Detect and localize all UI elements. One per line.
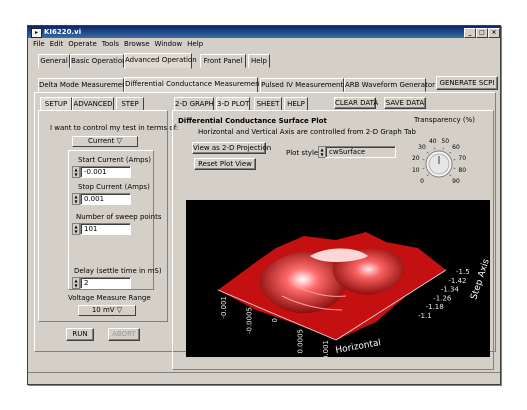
- tab-sheet[interactable]: SHEET: [254, 97, 282, 111]
- save-data-button[interactable]: SAVE DATA: [384, 97, 426, 109]
- dial-tick-mark: [434, 147, 436, 150]
- dial-tick-mark: [449, 174, 452, 177]
- control-mode-value: Current: [88, 137, 115, 145]
- minimize-button[interactable]: _: [464, 28, 476, 38]
- chevron-down-icon: ▽: [116, 137, 122, 145]
- tab-arb-waveform[interactable]: ARB Waveform Generator: [344, 78, 435, 92]
- run-button[interactable]: RUN: [66, 328, 94, 341]
- tab-pulsed-iv[interactable]: Pulsed IV Measurements: [260, 78, 347, 92]
- menu-help[interactable]: Help: [187, 39, 203, 49]
- surface-plot-area[interactable]: -1.5 -1.42 -1.34 -1.26 -1.18 -1.1 -0.001 -0.00…: [186, 200, 492, 360]
- step-tick-label: -1.42: [448, 277, 466, 285]
- clear-data-button[interactable]: CLEAR DATA: [334, 97, 378, 109]
- voltage-range-label: Voltage Measure Range: [68, 294, 151, 302]
- tab-front-panel[interactable]: Front Panel: [200, 54, 246, 68]
- dial-tick-mark: [422, 159, 425, 161]
- sweep-points-stepper[interactable]: ▲ ▼: [72, 223, 80, 235]
- delay-stepper[interactable]: ▲ ▼: [72, 277, 80, 289]
- tab-step[interactable]: STEP: [116, 97, 144, 111]
- dial-tick-label: 80: [458, 167, 466, 174]
- dial-tick-label: 10: [412, 167, 420, 174]
- tab-delta-mode[interactable]: Delta Mode Measurements: [38, 78, 133, 92]
- dial-tick-mark: [453, 159, 456, 161]
- sweep-points-field[interactable]: 101: [80, 223, 131, 235]
- generate-scpi-button[interactable]: GENERATE SCPI: [436, 76, 498, 90]
- tab-advanced-operation[interactable]: Advanced Operation: [124, 53, 197, 69]
- voltage-range-select[interactable]: 10 mV ▽: [78, 305, 136, 316]
- dial-tick-label: 40: [429, 138, 437, 145]
- dial-tick-label: 0: [420, 178, 424, 185]
- tab-setup[interactable]: SETUP: [40, 97, 72, 111]
- dial-tick-label: 60: [452, 144, 460, 151]
- menu-bar: File Edit Operate Tools Browse Window Help: [28, 39, 500, 49]
- dial-tick-mark: [442, 147, 444, 150]
- plot-style-field[interactable]: cwSurface: [325, 146, 396, 158]
- view-2d-projection-button[interactable]: View as 2-D Projection: [192, 142, 271, 154]
- step-tick-label: -1.26: [433, 294, 452, 302]
- tab-basic-operation[interactable]: Basic Operation: [70, 54, 127, 68]
- tab-3d-plot[interactable]: 3-D PLOT: [216, 97, 250, 111]
- title-bar: ▸ KI6220.vi _ □ ×: [28, 26, 500, 38]
- labview-app-icon: ▸: [31, 28, 42, 38]
- step-tick-label: -1.5: [456, 268, 470, 276]
- step-tick-label: -1.1: [418, 312, 432, 320]
- reset-plot-view-button[interactable]: Reset Plot View: [194, 158, 256, 170]
- stop-current-stepper[interactable]: ▲ ▼: [72, 193, 80, 205]
- dial-tick-label: 90: [452, 178, 460, 185]
- dial-tick-mark: [449, 151, 452, 154]
- horizontal-tick-label: 0: [271, 318, 279, 322]
- step-tick-label: -1.18: [426, 303, 444, 311]
- step-tick-label: -1.34: [441, 286, 460, 294]
- window-title: KI6220.vi: [44, 28, 82, 36]
- control-mode-select[interactable]: Current ▽: [72, 136, 138, 147]
- menu-window[interactable]: Window: [155, 39, 183, 49]
- step-axis-title: Step Axis: [469, 258, 490, 301]
- voltage-range-value: 10 mV: [91, 306, 115, 314]
- horizontal-tick-label: 0.001: [322, 340, 330, 357]
- abort-button[interactable]: ABORT: [108, 328, 140, 341]
- tab-differential-conductance[interactable]: Differential Conductance Measurements: [124, 77, 266, 93]
- menu-edit[interactable]: Edit: [50, 39, 64, 49]
- horizontal-tick-label: 0.0005: [297, 329, 305, 354]
- control-prompt: I want to control my test in terms of:: [50, 124, 179, 132]
- dial-tick-mark: [453, 167, 456, 169]
- menu-tools[interactable]: Tools: [102, 39, 119, 49]
- plot-style-label: Plot style: [286, 149, 319, 157]
- delay-label: Delay (settle time in mS): [74, 267, 162, 275]
- plot-title: Differential Conductance Surface Plot: [178, 117, 327, 125]
- tab-help[interactable]: Help: [248, 54, 270, 68]
- surface-plot-svg: -1.5-1.42-1.34-1.26-1.18-1.1 -0.001 -0.00…: [217, 232, 492, 360]
- tab-advanced[interactable]: ADVANCED: [72, 97, 114, 111]
- dial-tick-mark: [426, 151, 429, 154]
- chevron-down-icon: ▽: [116, 306, 123, 314]
- horizontal-tick-label: -0.0005: [246, 307, 254, 334]
- stop-current-label: Stop Current (Amps): [78, 183, 150, 191]
- dial-tick-label: 50: [441, 138, 449, 145]
- transparency-dial[interactable]: 010203040 5060708090: [404, 123, 474, 195]
- menu-file[interactable]: File: [33, 39, 45, 49]
- start-current-label: Start Current (Amps): [78, 156, 152, 164]
- horizontal-axis-title: Horizontal: [335, 338, 382, 356]
- status-bar: [28, 372, 500, 385]
- menu-browse[interactable]: Browse: [124, 39, 150, 49]
- stop-current-field[interactable]: 0.001: [80, 193, 131, 205]
- menu-operate[interactable]: Operate: [68, 39, 96, 49]
- app-window: ▸ KI6220.vi _ □ × File Edit Operate Tools Br…: [27, 25, 501, 385]
- plot-subtitle: Horizontal and Vertical Axis are control…: [198, 128, 416, 136]
- tab-2d-graph[interactable]: 2-D GRAPH: [174, 97, 214, 111]
- close-button[interactable]: ×: [488, 28, 500, 38]
- tab-plot-help[interactable]: HELP: [284, 97, 308, 111]
- start-current-field[interactable]: -0.001: [80, 166, 131, 178]
- start-current-stepper[interactable]: ▲ ▼: [72, 166, 80, 178]
- maximize-button[interactable]: □: [476, 28, 488, 38]
- dial-tick-mark: [426, 174, 429, 177]
- dial-tick-label: 30: [418, 144, 426, 151]
- tab-general[interactable]: General: [38, 54, 70, 68]
- dial-tick-mark: [422, 167, 425, 169]
- dial-tick-label: 70: [458, 155, 466, 162]
- horizontal-tick-label: -0.001: [220, 296, 228, 319]
- delay-field[interactable]: 2: [80, 277, 131, 289]
- sweep-points-label: Number of sweep points: [76, 213, 162, 221]
- dial-tick-label: 20: [412, 155, 420, 162]
